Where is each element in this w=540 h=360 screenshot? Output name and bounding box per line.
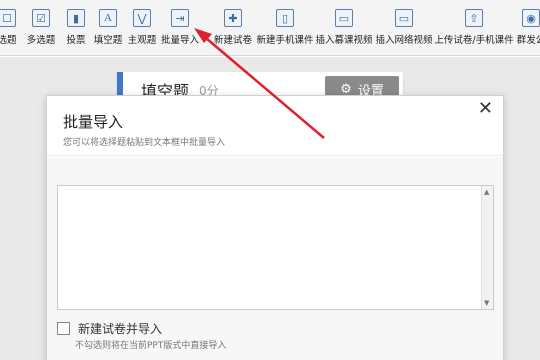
upload-icon: ⇧	[465, 9, 483, 27]
insert-mooc-video-label: 插入慕课视频	[315, 35, 373, 46]
multi-choice-button[interactable]: ☑ 多选题	[22, 0, 60, 56]
close-icon[interactable]: ✕	[478, 100, 493, 118]
new-quiz-button[interactable]: ✚ 新建试卷	[212, 0, 254, 56]
single-choice-icon: ☐	[0, 9, 16, 27]
insert-web-video-button[interactable]: ▭ 插入网络视频	[375, 0, 433, 56]
ribbon-left-group: ☐ 选题 ☑ 多选题 ▮ 投票 A 填空题 ⋁ 主观题 ⇥ 批量导入	[0, 0, 200, 56]
paste-textarea-value	[58, 186, 493, 194]
vote-icon: ▮	[67, 9, 85, 27]
scroll-down-icon[interactable]: ▼	[484, 299, 489, 307]
dialog-header: 批量导入 您可以将选择题粘贴到文本框中批量导入 ✕	[47, 96, 503, 156]
new-mobile-courseware-label: 新建手机课件	[256, 35, 314, 46]
subjective-icon: ⋁	[133, 9, 151, 27]
fill-blank-button[interactable]: A 填空题	[92, 0, 124, 56]
dialog-title: 批量导入	[63, 113, 124, 131]
single-choice-button[interactable]: ☐ 选题	[0, 0, 22, 56]
group-send-icon: ◉	[522, 9, 540, 27]
paste-textarea[interactable]: ▲ ▼	[57, 185, 494, 310]
multi-choice-icon: ☑	[32, 9, 50, 27]
upload-label: 上传试卷/手机课件	[434, 35, 514, 46]
group-send-label: 群发公	[516, 35, 540, 46]
new-mobile-courseware-icon: ▯	[276, 9, 294, 27]
ribbon-right-group: ✚ 新建试卷 ▯ 新建手机课件 ▭ 插入慕课视频 ▭ 插入网络视频 ⇧ 上传试卷…	[212, 0, 540, 56]
new-quiz-label: 新建试卷	[213, 35, 252, 46]
checkbox-hint: 不勾选则将在当前PPT版式中直接导入	[75, 341, 227, 351]
vote-button[interactable]: ▮ 投票	[60, 0, 92, 56]
textarea-scrollbar[interactable]: ▲ ▼	[481, 186, 493, 309]
dialog-subtitle: 您可以将选择题粘贴到文本框中批量导入	[63, 138, 226, 148]
fill-blank-label: 填空题	[93, 35, 123, 46]
batch-import-label: 批量导入	[160, 35, 199, 46]
upload-button[interactable]: ⇧ 上传试卷/手机课件	[434, 0, 514, 56]
new-quiz-import-option[interactable]: 新建试卷并导入	[57, 320, 162, 337]
new-mobile-courseware-button[interactable]: ▯ 新建手机课件	[256, 0, 314, 56]
batch-import-icon: ⇥	[171, 9, 189, 27]
subjective-label: 主观题	[127, 35, 157, 46]
multi-choice-label: 多选题	[26, 35, 56, 46]
dialog-body: ▲ ▼ 新建试卷并导入 不勾选则将在当前PPT版式中直接导入	[47, 157, 503, 360]
new-quiz-icon: ✚	[224, 9, 242, 27]
insert-web-video-label: 插入网络视频	[375, 35, 433, 46]
insert-mooc-video-icon: ▭	[335, 9, 353, 27]
insert-web-video-icon: ▭	[395, 9, 413, 27]
insert-mooc-video-button[interactable]: ▭ 插入慕课视频	[315, 0, 373, 56]
new-quiz-checkbox-label: 新建试卷并导入	[78, 322, 163, 336]
fill-blank-icon: A	[99, 9, 117, 27]
batch-import-button[interactable]: ⇥ 批量导入	[160, 0, 200, 56]
single-choice-label: 选题	[0, 35, 17, 46]
scroll-up-icon[interactable]: ▲	[484, 188, 489, 196]
group-send-button[interactable]: ◉ 群发公	[516, 0, 540, 56]
ribbon-toolbar: ☐ 选题 ☑ 多选题 ▮ 投票 A 填空题 ⋁ 主观题 ⇥ 批量导入 ✚ 新建试…	[0, 0, 540, 56]
batch-import-dialog: 批量导入 您可以将选择题粘贴到文本框中批量导入 ✕ ▲ ▼ 新建试卷并导入 不勾…	[46, 95, 504, 360]
new-quiz-checkbox[interactable]	[57, 322, 70, 335]
subjective-button[interactable]: ⋁ 主观题	[124, 0, 160, 56]
vote-label: 投票	[66, 35, 86, 46]
